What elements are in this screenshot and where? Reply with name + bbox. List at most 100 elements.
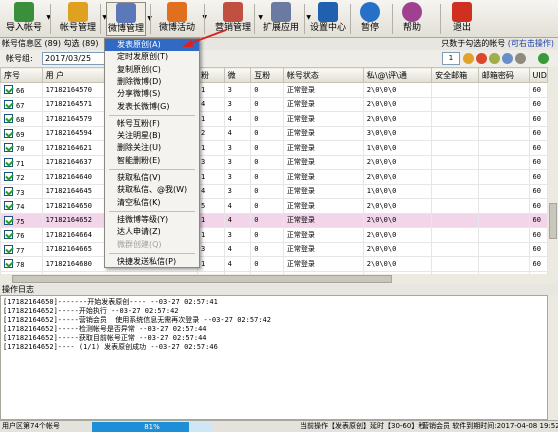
toolbar-button-5[interactable]: 营销管理 ▼: [210, 2, 263, 36]
column-header[interactable]: 互粉: [250, 67, 284, 83]
row-checkbox[interactable]: [4, 157, 13, 167]
table-cell-empty: [477, 183, 530, 199]
row-checkbox[interactable]: [4, 201, 13, 211]
cell-no: 73: [0, 183, 43, 199]
cell-notify: 3\0\0\0: [366, 129, 397, 138]
table-row[interactable]: 70 17182164621 1 3 0 正常登录 1\0\0\0 60: [0, 140, 548, 156]
toolbar-button-7[interactable]: 设置中心: [308, 2, 348, 36]
row-checkbox[interactable]: [4, 244, 13, 254]
menu-item[interactable]: 智能删粉(E): [105, 155, 199, 167]
table-cell: 0: [250, 198, 284, 214]
row-checkbox[interactable]: [4, 172, 13, 182]
menu-item[interactable]: 达人申请(Z): [105, 226, 199, 238]
row-checkbox[interactable]: [4, 85, 13, 95]
cell-no: 78: [0, 256, 43, 272]
column-header[interactable]: 帐号状态: [282, 67, 364, 83]
toolbar-button-9[interactable]: 帮助: [396, 2, 428, 36]
menu-item[interactable]: 定时发原创(T): [105, 51, 199, 63]
table-row[interactable]: 71 17182164637 3 3 0 正常登录 2\0\0\0 60: [0, 154, 548, 170]
toolbar-button-3[interactable]: 微博管理▼: [106, 2, 152, 36]
table-row[interactable]: 77 17182164665 3 4 0 正常登录 2\0\0\0 60: [0, 241, 548, 257]
table-cell: 3: [223, 183, 252, 199]
table-row[interactable]: 66 17182164570 1 3 0 正常登录 2\0\0\0 60: [0, 82, 548, 98]
menu-item[interactable]: 帐号互粉(F): [105, 118, 199, 130]
table-row[interactable]: 67 17182164571 4 3 0 正常登录 2\0\0\0 60: [0, 96, 548, 112]
log-line: [17182164652]-----开始执行 --03-27 02:57:42: [3, 307, 179, 316]
table-cell: 60: [528, 140, 548, 156]
table-row[interactable]: 76 17182164664 1 3 0 正常登录 2\0\0\0 60: [0, 227, 548, 243]
column-header[interactable]: 微: [223, 67, 252, 83]
menu-item[interactable]: 获取私信(V): [105, 172, 199, 184]
scroll-thumb[interactable]: [549, 203, 557, 239]
table-row[interactable]: 72 17182164640 1 3 0 正常登录 2\0\0\0 60: [0, 169, 548, 185]
toolbar-button-10[interactable]: 退出: [446, 2, 478, 36]
table-cell: 2: [196, 125, 225, 141]
table-horizontal-scrollbar[interactable]: [0, 274, 558, 284]
cell-mutual: 0: [254, 230, 259, 239]
table-row[interactable]: 75 17182164652 1 4 0 正常登录 2\0\0\0 60: [0, 212, 548, 228]
table-cell: 0: [250, 125, 284, 141]
menu-item[interactable]: 发表长微博(G): [105, 101, 199, 113]
menu-item[interactable]: 复制原创(C): [105, 64, 199, 76]
menu-item[interactable]: 删除关注(U): [105, 142, 199, 154]
log-line: [17182164652]---- (1/1) 发表原创成功 --03-27 0…: [3, 343, 218, 352]
table-row[interactable]: 68 17182164579 1 4 0 正常登录 2\0\0\0 60: [0, 111, 548, 127]
table-cell-empty: [431, 169, 479, 185]
toolbar-button-2[interactable]: 帐号管理 ▼: [56, 2, 107, 36]
table-row[interactable]: 78 17182164680 1 4 0 正常登录 2\0\0\0 60: [0, 256, 548, 272]
refresh-icon[interactable]: [489, 53, 500, 64]
toolbar-button-label: 帐号管理: [59, 23, 96, 33]
column-header[interactable]: 安全邮箱: [431, 67, 479, 83]
menu-item[interactable]: 快捷发送私信(P): [105, 256, 199, 268]
cell-no: 75: [0, 212, 43, 228]
log-scrollbar[interactable]: [548, 295, 558, 420]
arrow-right-icon[interactable]: [538, 53, 549, 64]
toolbar-button-8[interactable]: 暂停: [356, 2, 384, 36]
table-row[interactable]: 73 17182164645 4 3 0 正常登录 1\0\0\0 60: [0, 183, 548, 199]
weibo-manage-menu: 发表原创(A) 定时发原创(T) 复制原创(C) 删除微博(D) 分享微博(S) 发表长微…: [104, 38, 200, 268]
row-number: 74: [16, 203, 25, 212]
tools-icon[interactable]: [515, 53, 526, 64]
menu-item[interactable]: 删除微博(D): [105, 76, 199, 88]
toolbar-button-6[interactable]: 扩展应用 ▼: [258, 2, 311, 36]
row-checkbox[interactable]: [4, 230, 13, 240]
table-row[interactable]: 74 17182164650 5 4 0 正常登录 2\0\0\0 60: [0, 198, 548, 214]
cell-uid: 60: [532, 172, 541, 181]
column-header[interactable]: 私\@\评\通: [362, 67, 433, 83]
operation-log: [17182164650]-------开始发表原创---- --03-27 0…: [0, 295, 548, 420]
toolbar-button-1[interactable]: 导入帐号 ▼: [4, 2, 51, 36]
row-checkbox[interactable]: [4, 143, 13, 153]
table-cell: 60: [528, 227, 548, 243]
row-checkbox[interactable]: [4, 259, 13, 269]
table-cell: 2\0\0\0: [362, 169, 433, 185]
column-header[interactable]: 邮箱密码: [477, 67, 530, 83]
add-icon[interactable]: [463, 53, 474, 64]
menu-item[interactable]: 挂微博等级(Y): [105, 214, 199, 226]
table-cell-empty: [431, 96, 479, 112]
table-row[interactable]: 69 17182164594 2 4 0 正常登录 3\0\0\0 60: [0, 125, 548, 141]
row-checkbox[interactable]: [4, 186, 13, 196]
menu-item[interactable]: 分享微博(S): [105, 88, 199, 100]
row-checkbox[interactable]: [4, 215, 13, 225]
delete-icon[interactable]: [476, 53, 487, 64]
toolbar-button-4[interactable]: 微博活动▼: [154, 2, 207, 36]
table-cell: 正常登录: [282, 169, 364, 185]
table-vertical-scrollbar[interactable]: [548, 67, 558, 274]
column-header[interactable]: 序号: [0, 67, 43, 83]
table-cell: 60: [528, 125, 548, 141]
table-cell: 2\0\0\0: [362, 198, 433, 214]
row-checkbox[interactable]: [4, 99, 13, 109]
scroll-thumb[interactable]: [12, 275, 392, 283]
cell-weibo: 4: [227, 114, 232, 123]
search-icon[interactable]: [502, 53, 513, 64]
column-header[interactable]: 粉: [196, 67, 225, 83]
row-checkbox[interactable]: [4, 128, 13, 138]
menu-item[interactable]: 清空私信(K): [105, 197, 199, 209]
account-group-row: 帐号组: 2017/03/25 1: [0, 50, 558, 67]
row-checkbox[interactable]: [4, 114, 13, 124]
column-header[interactable]: UID: [528, 67, 548, 83]
menu-item[interactable]: 发表原创(A): [105, 39, 199, 51]
menu-item[interactable]: 获取私信、@我(W): [105, 184, 199, 196]
menu-item[interactable]: 关注明星(B): [105, 130, 199, 142]
group-count-box[interactable]: 1: [442, 52, 460, 65]
